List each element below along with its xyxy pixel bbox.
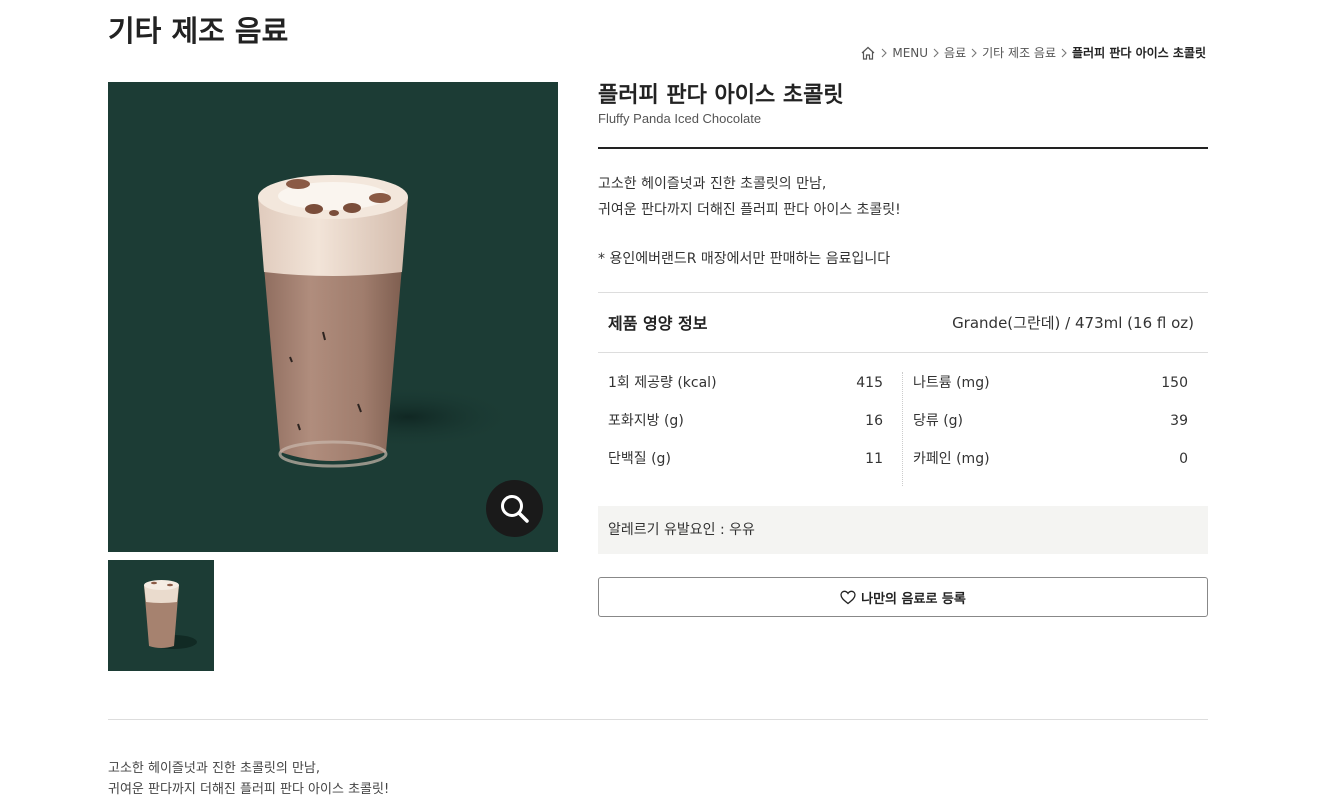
nutrition-value: 11 xyxy=(865,451,883,467)
product-thumbnail[interactable] xyxy=(108,560,214,671)
nutrition-value: 39 xyxy=(1170,413,1188,429)
chevron-right-icon xyxy=(880,48,888,58)
product-description: 고소한 헤이즐넛과 진한 초콜릿의 만남, 귀여운 판다까지 더해진 플러피 판… xyxy=(598,171,901,223)
breadcrumb-beverage[interactable]: 음료 xyxy=(944,44,966,61)
nutrition-divider xyxy=(598,292,1208,293)
serving-size: Grande(그란데) / 473ml (16 fl oz) xyxy=(952,314,1194,332)
nutrition-row: 카페인 (mg) 0 xyxy=(903,448,1198,486)
nutrition-table-left: 1회 제공량 (kcal) 415 포화지방 (g) 16 단백질 (g) 11 xyxy=(598,372,893,486)
nutrition-value: 0 xyxy=(1179,451,1188,467)
breadcrumb-category[interactable]: 기타 제조 음료 xyxy=(982,44,1056,61)
product-name-english: Fluffy Panda Iced Chocolate xyxy=(598,111,762,126)
section-divider xyxy=(108,719,1208,720)
nutrition-label: 카페인 (mg) xyxy=(913,451,990,467)
drink-illustration xyxy=(258,175,518,468)
product-name: 플러피 판다 아이스 초콜릿 xyxy=(598,83,844,108)
store-notice: * 용인에버랜드R 매장에서만 판매하는 음료입니다 xyxy=(598,251,891,267)
nutrition-row: 포화지방 (g) 16 xyxy=(598,410,893,448)
nutrition-divider xyxy=(598,352,1208,353)
title-divider xyxy=(598,147,1208,149)
breadcrumb-menu[interactable]: MENU xyxy=(892,46,928,60)
favorite-button-label: 나만의 음료로 등록 xyxy=(861,591,966,607)
magnifier-icon xyxy=(500,494,529,523)
nutrition-value: 150 xyxy=(1161,375,1188,391)
nutrition-row: 당류 (g) 39 xyxy=(903,410,1198,448)
nutrition-label: 나트륨 (mg) xyxy=(913,375,990,391)
nutrition-value: 415 xyxy=(856,375,883,391)
bottom-description: 고소한 헤이즐넛과 진한 초콜릿의 만남, 귀여운 판다까지 더해진 플러피 판… xyxy=(108,758,389,800)
breadcrumb: MENU 음료 기타 제조 음료 플러피 판다 아이스 초콜릿 xyxy=(860,44,1206,61)
chevron-right-icon xyxy=(1060,48,1068,58)
description-line: 고소한 헤이즐넛과 진한 초콜릿의 만남, xyxy=(598,176,827,192)
add-favorite-button[interactable]: 나만의 음료로 등록 xyxy=(598,577,1208,617)
description-line: 귀여운 판다까지 더해진 플러피 판다 아이스 초콜릿! xyxy=(108,782,390,797)
nutrition-label: 당류 (g) xyxy=(913,413,964,429)
home-icon[interactable] xyxy=(860,45,876,61)
page-title: 기타 제조 음료 xyxy=(108,14,289,48)
product-main-image xyxy=(108,82,558,552)
nutrition-label: 단백질 (g) xyxy=(608,451,671,467)
heart-icon xyxy=(840,590,856,604)
description-line: 고소한 헤이즐넛과 진한 초콜릿의 만남, xyxy=(108,761,321,776)
chevron-right-icon xyxy=(932,48,940,58)
nutrition-row: 1회 제공량 (kcal) 415 xyxy=(598,372,893,410)
breadcrumb-current: 플러피 판다 아이스 초콜릿 xyxy=(1072,46,1206,60)
allergy-info: 알레르기 유발요인 : 우유 xyxy=(598,506,1208,554)
nutrition-row: 단백질 (g) 11 xyxy=(598,448,893,486)
zoom-button[interactable] xyxy=(486,480,543,537)
thumbnail-drink-illustration xyxy=(144,580,197,649)
nutrition-row: 나트륨 (mg) 150 xyxy=(903,372,1198,410)
nutrition-value: 16 xyxy=(865,413,883,429)
nutrition-label: 1회 제공량 (kcal) xyxy=(608,375,717,391)
nutrition-label: 포화지방 (g) xyxy=(608,413,684,429)
nutrition-table-right: 나트륨 (mg) 150 당류 (g) 39 카페인 (mg) 0 xyxy=(903,372,1198,486)
chevron-right-icon xyxy=(970,48,978,58)
description-line: 귀여운 판다까지 더해진 플러피 판다 아이스 초콜릿! xyxy=(598,202,901,218)
nutrition-title: 제품 영양 정보 xyxy=(608,314,708,333)
